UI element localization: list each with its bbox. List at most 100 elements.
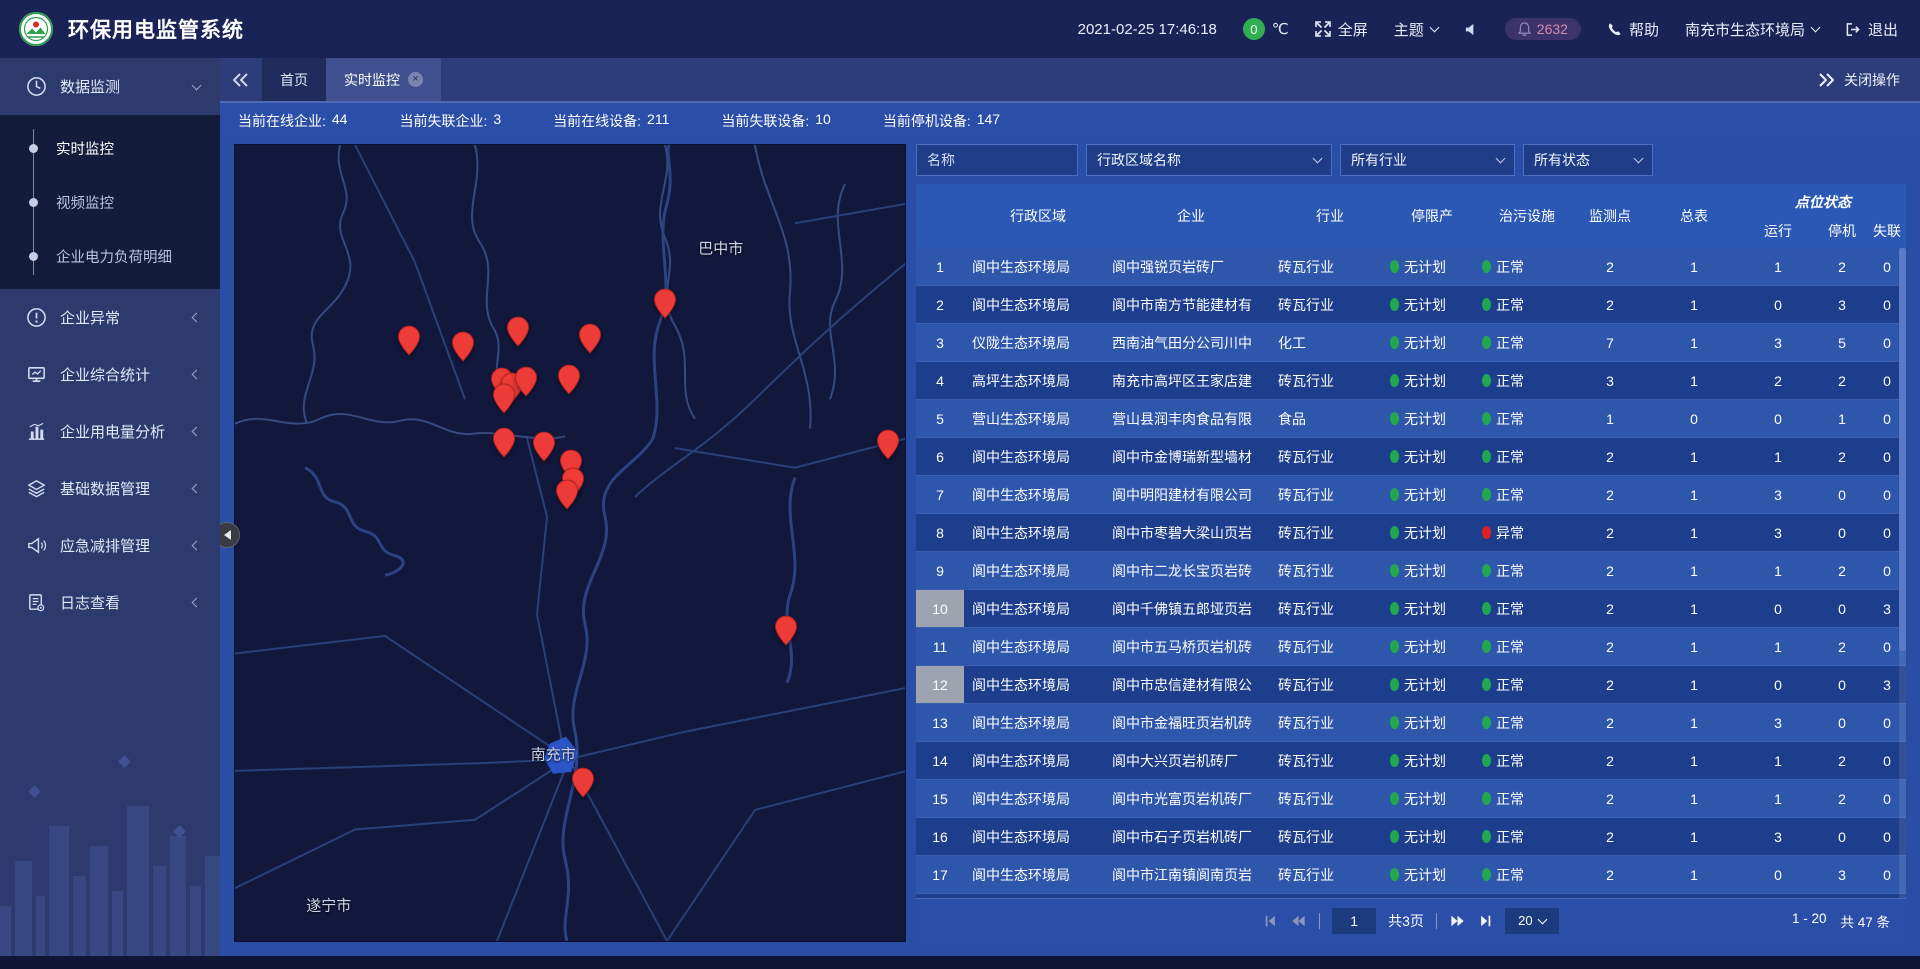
chevron-down-icon <box>1496 154 1506 164</box>
sidebar-item-emergency-reduction[interactable]: 应急减排管理 <box>0 517 220 574</box>
row-production-limit-cell: 无计划 <box>1382 704 1474 741</box>
location-pin-icon <box>451 331 474 362</box>
map-pin-2[interactable] <box>506 316 529 347</box>
tab-realtime-monitoring[interactable]: 实时监控 × <box>326 58 441 101</box>
table-body: 1 阆中生态环境局 阆中强锐页岩砖厂 砖瓦行业 无计划 <box>916 248 1906 898</box>
tab-bar: 首页 实时监控 × 关闭操作 <box>220 58 1920 102</box>
stat-value: 44 <box>332 111 348 131</box>
facility-status-text: 正常 <box>1496 295 1524 315</box>
page-size-select[interactable]: 20 <box>1505 908 1559 934</box>
page-number-input[interactable] <box>1332 908 1376 934</box>
mute-button[interactable] <box>1464 22 1479 37</box>
row-total-meters-cell: 1 <box>1648 780 1740 817</box>
app-title: 环保用电监管系统 <box>68 14 244 44</box>
table-row-7[interactable]: 8 阆中生态环境局 阆中市枣碧大梁山页岩 砖瓦行业 无计划 <box>916 514 1906 552</box>
sidebar-subitem-1[interactable]: 视频监控 <box>0 175 220 229</box>
map-pin-9[interactable] <box>558 364 581 395</box>
row-monitor-points-cell: 1 <box>1572 400 1648 437</box>
map-pin-8[interactable] <box>493 383 516 414</box>
production-limit-text: 无计划 <box>1404 371 1446 391</box>
row-industry-cell: 化工 <box>1270 324 1382 361</box>
row-index-cell: 17 <box>916 856 964 893</box>
notification-badge[interactable]: 2632 <box>1505 18 1581 40</box>
sidebar-subitem-2[interactable]: 企业电力负荷明细 <box>0 229 220 283</box>
megaphone-icon <box>26 535 47 556</box>
row-facility-cell: 正常 <box>1474 742 1572 779</box>
row-region-cell: 阆中生态环境局 <box>964 476 1104 513</box>
status-dot-icon <box>1482 640 1491 653</box>
logout-button[interactable]: 退出 <box>1845 19 1898 40</box>
sidebar-item-enterprise-abnormal[interactable]: 企业异常 <box>0 289 220 346</box>
industry-select-value: 所有行业 <box>1351 150 1407 170</box>
tab-home[interactable]: 首页 <box>262 58 326 101</box>
map-pin-15[interactable] <box>876 429 899 460</box>
row-index-cell: 5 <box>916 400 964 437</box>
tabs-scroll-left-button[interactable] <box>220 58 262 101</box>
table-row-13[interactable]: 14 阆中生态环境局 阆中大兴页岩机砖厂 砖瓦行业 无计划 <box>916 742 1906 780</box>
sidebar-item-base-data[interactable]: 基础数据管理 <box>0 460 220 517</box>
sidebar-item-enterprise-statistics[interactable]: 企业综合统计 <box>0 346 220 403</box>
table-row-15[interactable]: 16 阆中生态环境局 阆中市石子页岩机砖厂 砖瓦行业 无计划 <box>916 818 1906 856</box>
table-row-5[interactable]: 6 阆中生态环境局 阆中市金博瑞新型墙材 砖瓦行业 无计划 <box>916 438 1906 476</box>
production-limit-text: 无计划 <box>1404 333 1446 353</box>
scrollbar-thumb[interactable] <box>1899 248 1906 651</box>
table-row-11[interactable]: 12 阆中生态环境局 阆中市忠信建材有限公 砖瓦行业 无计划 <box>916 666 1906 704</box>
sidebar-subitem-label: 实时监控 <box>56 138 114 159</box>
table-row-16[interactable]: 17 阆中生态环境局 阆中市江南镇阆南页岩 砖瓦行业 无计划 <box>916 856 1906 894</box>
map-pin-14[interactable] <box>556 479 579 510</box>
stat-item-3: 当前失联设备: 10 <box>721 111 830 131</box>
table-row-3[interactable]: 4 高坪生态环境局 南充市高坪区王家店建 砖瓦行业 无计划 <box>916 362 1906 400</box>
row-index-cell: 8 <box>916 514 964 551</box>
map-pin-16[interactable] <box>775 615 798 646</box>
table-row-0[interactable]: 1 阆中生态环境局 阆中强锐页岩砖厂 砖瓦行业 无计划 <box>916 248 1906 286</box>
row-production-limit-cell: 无计划 <box>1382 248 1474 285</box>
location-pin-icon <box>493 383 516 414</box>
table-row-4[interactable]: 5 营山生态环境局 营山县润丰肉食品有限 食品 无计划 <box>916 400 1906 438</box>
table-row-8[interactable]: 9 阆中生态环境局 阆中市二龙长宝页岩砖 砖瓦行业 无计划 <box>916 552 1906 590</box>
status-dot-icon <box>1390 298 1399 311</box>
fullscreen-button[interactable]: 全屏 <box>1315 19 1368 40</box>
map-pin-11[interactable] <box>532 431 555 462</box>
table-row-2[interactable]: 3 仪陇生态环境局 西南油气田分公司川中 化工 无计划 <box>916 324 1906 362</box>
location-pin-icon <box>876 429 899 460</box>
map-pin-10[interactable] <box>493 427 516 458</box>
map-pin-3[interactable] <box>579 323 602 354</box>
org-dropdown[interactable]: 南充市生态环境局 <box>1685 19 1819 40</box>
close-operations-button[interactable]: 关闭操作 <box>1818 58 1920 101</box>
row-company-cell: 阆中市江南镇阆南页岩 <box>1104 856 1270 893</box>
table-row-6[interactable]: 7 阆中生态环境局 阆中明阳建材有限公司 砖瓦行业 无计划 <box>916 476 1906 514</box>
theme-dropdown[interactable]: 主题 <box>1394 19 1438 40</box>
industry-select[interactable]: 所有行业 <box>1340 144 1515 176</box>
status-select[interactable]: 所有状态 <box>1523 144 1653 176</box>
prev-page-button[interactable] <box>1290 914 1307 928</box>
help-button[interactable]: 帮助 <box>1607 19 1659 40</box>
sidebar-item-log-view[interactable]: 日志查看 <box>0 574 220 631</box>
map-pin-1[interactable] <box>451 331 474 362</box>
tab-close-icon[interactable]: × <box>408 72 423 87</box>
row-company-cell: 阆中市金福旺页岩机砖 <box>1104 704 1270 741</box>
map-pin-0[interactable] <box>398 325 421 356</box>
row-total-meters-cell: 1 <box>1648 324 1740 361</box>
name-search-input[interactable] <box>916 144 1078 176</box>
map-pin-4[interactable] <box>654 288 677 319</box>
map-canvas[interactable]: 巴中市 南充市 遂宁市 <box>234 144 906 942</box>
last-page-button[interactable] <box>1478 914 1493 928</box>
first-page-button[interactable] <box>1263 914 1278 928</box>
table-row-14[interactable]: 15 阆中生态环境局 阆中市光富页岩机砖厂 砖瓦行业 无计划 <box>916 780 1906 818</box>
table-row-9[interactable]: 10 阆中生态环境局 阆中千佛镇五郎垭页岩 砖瓦行业 无计划 <box>916 590 1906 628</box>
row-stopped-cell: 2 <box>1816 248 1868 285</box>
production-limit-text: 无计划 <box>1404 637 1446 657</box>
table-row-12[interactable]: 13 阆中生态环境局 阆中市金福旺页岩机砖 砖瓦行业 无计划 <box>916 704 1906 742</box>
table-row-1[interactable]: 2 阆中生态环境局 阆中市南方节能建材有 砖瓦行业 无计划 <box>916 286 1906 324</box>
table-row-10[interactable]: 11 阆中生态环境局 阆中市五马桥页岩机砖 砖瓦行业 无计划 <box>916 628 1906 666</box>
sidebar-item-power-analysis[interactable]: 企业用电量分析 <box>0 403 220 460</box>
sidebar-subitem-0[interactable]: 实时监控 <box>0 121 220 175</box>
row-region-cell: 高坪生态环境局 <box>964 362 1104 399</box>
next-page-button[interactable] <box>1449 914 1466 928</box>
map-pin-7[interactable] <box>514 366 537 397</box>
table-scrollbar[interactable] <box>1899 248 1906 898</box>
region-select[interactable]: 行政区域名称 <box>1086 144 1332 176</box>
facility-status-text: 正常 <box>1496 485 1524 505</box>
sidebar-item-data-monitoring[interactable]: 数据监测 <box>0 58 220 115</box>
map-pin-17[interactable] <box>571 767 594 798</box>
